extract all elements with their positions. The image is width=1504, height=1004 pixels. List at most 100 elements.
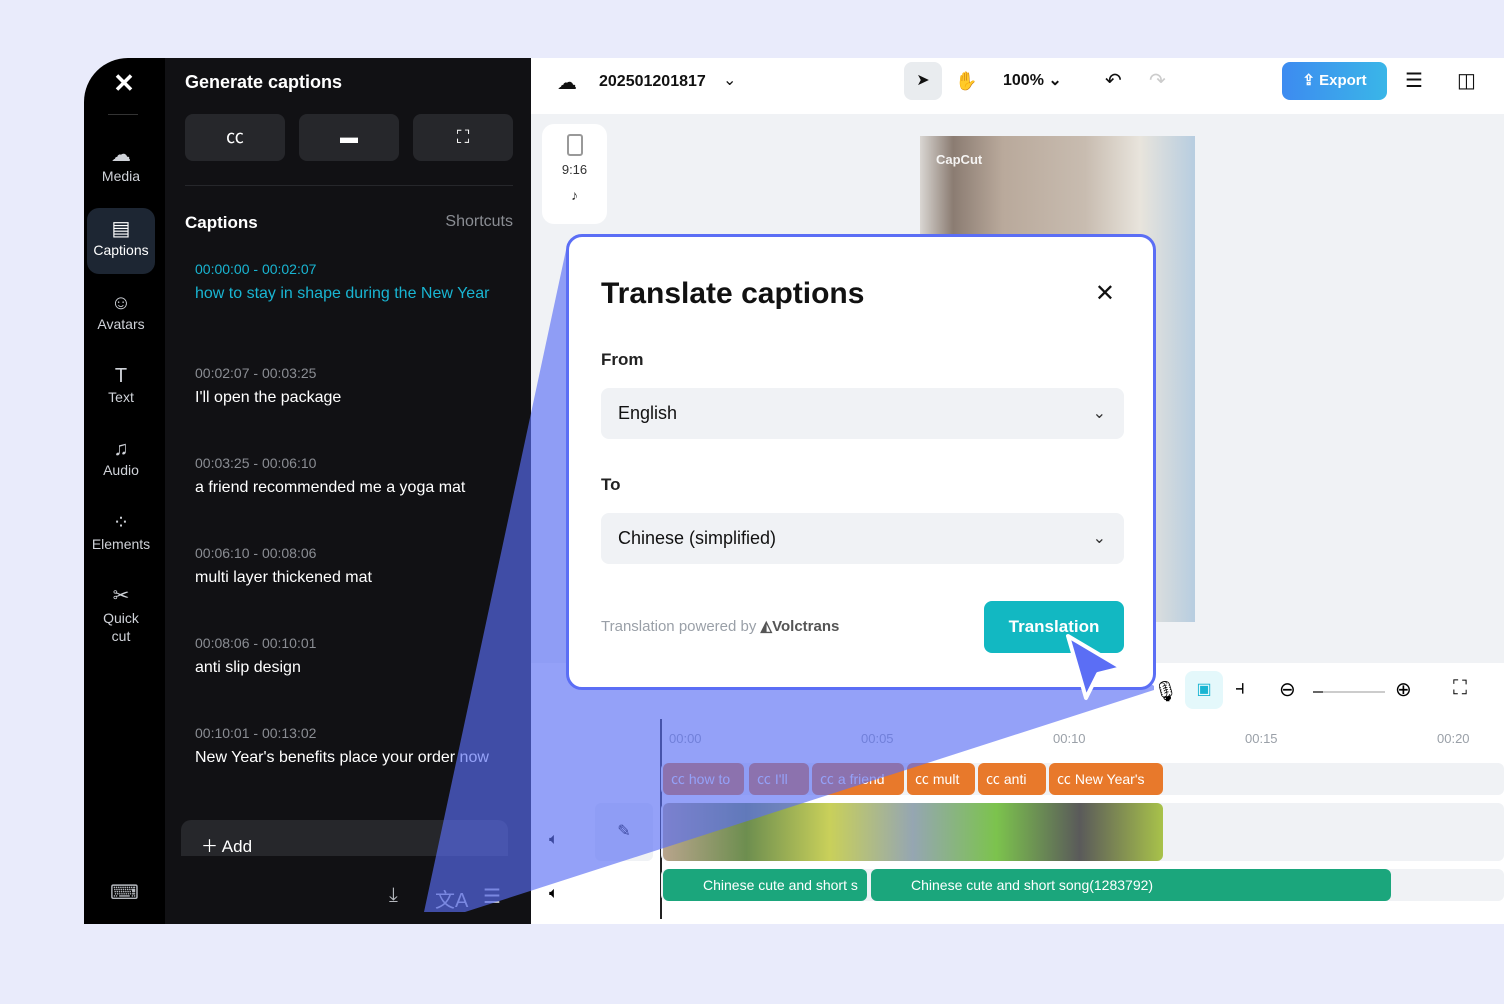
cloud-upload-icon: ☁ [111, 144, 131, 166]
lyrics-captions-button[interactable]: ⛶ [413, 114, 513, 161]
subtitle-icon: ▬ [340, 127, 358, 147]
dialog-title: Translate captions [601, 277, 865, 310]
tick-label: 00:15 [1245, 731, 1278, 746]
microphone-icon[interactable]: 🎙 [1153, 679, 1178, 704]
caption-item[interactable]: 00:06:10 - 00:08:06 multi layer thickened… [195, 545, 495, 587]
zoom-slider[interactable] [1313, 691, 1385, 693]
captions-icon: ▤ [111, 218, 131, 240]
rail-item-avatars[interactable]: ☺ Avatars [87, 282, 155, 348]
export-label: Export [1319, 72, 1367, 89]
volctrans-logo: ◭Volctrans [760, 618, 840, 635]
shortcuts-link[interactable]: Shortcuts [445, 213, 513, 231]
add-caption-button[interactable]: ＋ Add [181, 820, 508, 856]
watermark: CapCut [936, 152, 983, 167]
caption-time: 00:02:07 - 00:03:25 [195, 365, 317, 381]
caption-text[interactable]: anti slip design [195, 659, 495, 677]
tick-label: 00:10 [1053, 731, 1086, 746]
keyboard-icon[interactable]: ⌨ [110, 880, 139, 905]
add-label: Add [221, 837, 253, 856]
chevron-down-icon: ⌄ [1092, 530, 1106, 547]
rail-label: Audio [103, 462, 139, 478]
download-icon[interactable]: ⤓ [389, 884, 398, 907]
auto-snap-button[interactable]: ▣ [1185, 671, 1223, 709]
tick-label: 00:05 [861, 731, 894, 746]
zoom-value: 100% [1003, 72, 1044, 89]
caption-text[interactable]: New Year's benefits place your order now [195, 749, 495, 767]
caption-text[interactable]: how to stay in shape during the New Year [195, 285, 495, 303]
elements-icon: ⁘ [112, 512, 130, 534]
from-value: English [618, 403, 678, 423]
layout-icon[interactable]: ◫ [1457, 58, 1476, 104]
tick-label: 00:20 [1437, 731, 1470, 746]
to-label: To [601, 475, 621, 494]
rail-item-elements[interactable]: ⁘ Elements [87, 502, 155, 568]
ratio-label: 9:16 [561, 162, 588, 177]
caption-clip[interactable]: ㏄ a friend [812, 763, 904, 795]
mute-audio-icon[interactable]: 🔈︎ [549, 885, 559, 903]
powered-text: Translation powered by [601, 618, 757, 635]
video-clip[interactable] [663, 803, 1163, 861]
clip-label: mult [932, 771, 960, 787]
caption-item[interactable]: 00:02:07 - 00:03:25 I'll open the package [195, 365, 495, 407]
audio-clip[interactable]: Chinese cute and short song(1283792) [871, 869, 1391, 901]
undo-icon[interactable]: ↶ [1105, 58, 1122, 104]
phone-ratio-icon [566, 134, 583, 156]
caption-item[interactable]: 00:03:25 - 00:06:10 a friend recommended … [195, 455, 495, 497]
panel-title: Generate captions [185, 72, 343, 92]
to-language-select[interactable]: Chinese (simplified) ⌄ [601, 513, 1124, 564]
top-toolbar: ☁ 202501201817 ⌄ ➤ ✋ 100% ⌄ ↶ ↷ ⇪ Export… [531, 58, 1504, 114]
caption-track: ㏄ how to ㏄ I'll ㏄ a friend ㏄ mult ㏄ anti… [661, 763, 1504, 795]
rail-label: Text [108, 389, 134, 405]
project-name[interactable]: 202501201817 [599, 59, 706, 105]
rail-item-audio[interactable]: ♫ Audio [87, 428, 155, 494]
caption-clip[interactable]: ㏄ I'll [749, 763, 809, 795]
rail-item-quick-cut[interactable]: ✂ Quick cut [87, 575, 155, 644]
cursor-pointer-icon [1066, 634, 1124, 700]
caption-item[interactable]: 00:00:00 - 00:02:07 how to stay in shape … [195, 261, 495, 303]
fullscreen-icon[interactable]: ⛶ [1453, 677, 1467, 700]
music-icon: ♫ [113, 438, 129, 460]
caption-item[interactable]: 00:08:06 - 00:10:01 anti slip design [195, 635, 495, 677]
aspect-ratio-card[interactable]: 9:16 ♪ [542, 124, 607, 224]
from-language-select[interactable]: English ⌄ [601, 388, 1124, 439]
manual-captions-button[interactable]: ▬ [299, 114, 399, 161]
caption-clip[interactable]: ㏄ mult [907, 763, 975, 795]
caption-clip[interactable]: ㏄ anti [978, 763, 1046, 795]
caption-text[interactable]: a friend recommended me a yoga mat [195, 479, 495, 497]
caption-clip[interactable]: ㏄ New Year's [1049, 763, 1163, 795]
split-icon[interactable]: ⫞ [1235, 677, 1245, 700]
rail-label: Elements [91, 536, 151, 552]
redo-icon[interactable]: ↷ [1149, 58, 1166, 104]
zoom-select[interactable]: 100% ⌄ [1003, 58, 1062, 104]
caption-item[interactable]: 00:10:01 - 00:13:02 New Year's benefits p… [195, 725, 495, 767]
select-tool-button[interactable]: ➤ [904, 62, 942, 100]
audio-track: Chinese cute and short s Chinese cute an… [661, 869, 1504, 901]
cc-icon: ㏄ [226, 127, 244, 147]
text-icon: T [114, 365, 128, 387]
caption-clip[interactable]: ㏄ how to [663, 763, 744, 795]
caption-time: 00:00:00 - 00:02:07 [195, 261, 317, 277]
zoom-in-icon[interactable]: ⊕ [1395, 677, 1412, 702]
search-list-icon[interactable]: ☰ [483, 884, 501, 909]
hand-tool-icon[interactable]: ✋ [955, 58, 977, 104]
captions-heading: Captions [185, 213, 258, 232]
rail-item-media[interactable]: ☁ Media [87, 134, 155, 200]
zoom-out-icon[interactable]: ⊖ [1279, 677, 1296, 702]
translate-icon[interactable]: 文A [435, 884, 468, 913]
rail-item-text[interactable]: T Text [87, 355, 155, 421]
caption-time: 00:03:25 - 00:06:10 [195, 455, 317, 471]
caption-text[interactable]: multi layer thickened mat [195, 569, 495, 587]
layers-icon[interactable]: ☰ [1405, 58, 1423, 104]
rail-item-captions[interactable]: ▤ Captions [87, 208, 155, 274]
close-icon[interactable]: ✕ [1095, 279, 1115, 308]
auto-captions-button[interactable]: ㏄ [185, 114, 285, 161]
mute-video-icon[interactable]: 🔈︎ [549, 831, 559, 849]
rail-label: Media [101, 168, 141, 184]
export-button[interactable]: ⇪ Export [1282, 62, 1387, 100]
chevron-down-icon[interactable]: ⌄ [723, 58, 736, 104]
music-scan-icon: ⛶ [456, 127, 470, 147]
edit-cover-button[interactable]: ✎ [595, 803, 653, 861]
audio-clip[interactable]: Chinese cute and short s [663, 869, 867, 901]
avatar-icon: ☺ [110, 292, 132, 314]
caption-text[interactable]: I'll open the package [195, 389, 495, 407]
